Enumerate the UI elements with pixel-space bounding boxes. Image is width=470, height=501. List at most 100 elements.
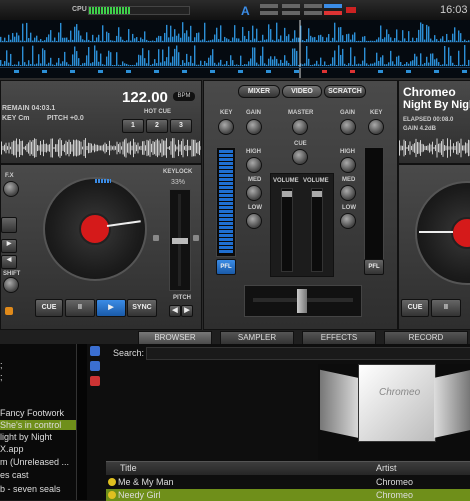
left-gain-knob[interactable] <box>246 119 262 135</box>
tree-item[interactable]: ; <box>0 360 80 370</box>
waveform-bar <box>30 33 31 42</box>
tree-item[interactable]: light by Night <box>0 432 80 442</box>
tree-item[interactable]: Fancy Footwork <box>0 408 80 418</box>
tab-browser[interactable]: BROWSER <box>138 331 212 345</box>
crossfader-thumb[interactable] <box>297 289 307 313</box>
tab-mixer[interactable]: MIXER <box>238 85 280 98</box>
tree-item[interactable]: m (Unreleased ... <box>0 457 80 467</box>
left-med-knob[interactable] <box>246 185 262 201</box>
cpu-label: CPU <box>72 6 87 13</box>
right-volume-thumb[interactable] <box>312 191 322 197</box>
tree-item[interactable]: X.app <box>0 444 80 454</box>
view-button-blue[interactable] <box>324 4 342 8</box>
right-volume-fader[interactable] <box>311 188 323 272</box>
waveform-bar <box>356 41 357 42</box>
pitch-slider-thumb[interactable] <box>172 238 188 244</box>
tree-item[interactable]: es cast <box>0 470 80 480</box>
layout-button-6[interactable] <box>304 11 322 15</box>
waveform-bar <box>70 65 71 66</box>
left-volume-thumb[interactable] <box>282 191 292 197</box>
folder-icon[interactable] <box>90 346 100 356</box>
waveform-bar <box>400 62 401 66</box>
left-cue-button[interactable]: CUE <box>35 299 63 317</box>
shift-knob[interactable] <box>3 277 19 293</box>
bpm-unit[interactable]: BPM <box>173 92 195 101</box>
tab-sampler[interactable]: SAMPLER <box>220 331 294 345</box>
right-pfl-button[interactable]: PFL <box>364 259 384 275</box>
left-pause-button[interactable]: II <box>65 299 95 317</box>
waveform-bar <box>434 35 435 42</box>
left-key-knob[interactable] <box>218 119 234 135</box>
right-med-knob[interactable] <box>340 185 356 201</box>
waveform-bar <box>36 36 37 42</box>
left-gain-label: GAIN <box>246 110 261 116</box>
left-play-small[interactable]: ▶ <box>1 239 17 253</box>
playlist-icon[interactable] <box>90 361 100 371</box>
layout-button-5[interactable] <box>282 11 300 15</box>
right-cue-button[interactable]: CUE <box>401 299 429 317</box>
left-play-button[interactable]: ▶ <box>96 299 126 317</box>
mini-wave-bar <box>75 140 76 156</box>
waveform-bar <box>250 40 251 42</box>
tree-item-selected[interactable]: She's in control <box>0 420 80 430</box>
waveform-bar <box>434 59 435 66</box>
mini-wave-bar <box>163 140 164 155</box>
left-high-knob[interactable] <box>246 157 262 173</box>
tree-scrollbar[interactable] <box>76 344 87 500</box>
loop-button[interactable] <box>1 217 17 233</box>
layout-button-1[interactable] <box>260 4 278 8</box>
column-title[interactable]: Title <box>120 463 137 473</box>
waveform-bar <box>242 27 243 42</box>
waveform-bar <box>78 58 79 66</box>
tree-item[interactable]: ; <box>0 372 80 382</box>
pitch-slider-track[interactable] <box>169 189 191 291</box>
pitch-up-button[interactable]: ▶ <box>181 305 193 317</box>
folder-tree[interactable]: ; ; Fancy Footwork She's in control ligh… <box>0 344 86 500</box>
master-knob[interactable] <box>292 119 308 135</box>
tab-video[interactable]: VIDEO <box>282 85 322 98</box>
mini-wave-bar <box>114 146 115 151</box>
cue-knob[interactable] <box>292 149 308 165</box>
right-pause-button[interactable]: II <box>431 299 461 317</box>
right-gain-knob[interactable] <box>340 119 356 135</box>
left-pfl-button[interactable]: PFL <box>216 259 236 275</box>
waveform-bar <box>256 29 257 42</box>
hotcue-1-button[interactable]: 1 <box>122 119 144 133</box>
layout-button-2[interactable] <box>282 4 300 8</box>
layout-button-3[interactable] <box>304 4 322 8</box>
left-sync-button[interactable]: SYNC <box>127 299 157 317</box>
right-high-knob[interactable] <box>340 157 356 173</box>
favorite-icon[interactable] <box>90 376 100 386</box>
table-row[interactable]: Me & My Man Chromeo <box>106 476 470 488</box>
right-turntable[interactable] <box>415 181 470 285</box>
table-row-selected[interactable]: Needy Girl Chromeo <box>106 489 470 501</box>
left-volume-fader[interactable] <box>281 188 293 272</box>
waveform-bar <box>160 36 161 42</box>
search-input[interactable] <box>146 347 470 360</box>
waveform-overview[interactable] <box>0 20 470 79</box>
album-cover-left[interactable] <box>320 370 360 439</box>
crossfader-track[interactable] <box>244 285 362 317</box>
right-key-knob[interactable] <box>368 119 384 135</box>
column-artist[interactable]: Artist <box>376 463 397 473</box>
hotcue-3-button[interactable]: 3 <box>170 119 192 133</box>
right-deck-waveform[interactable] <box>399 137 470 159</box>
album-cover-right[interactable] <box>434 370 470 438</box>
right-low-knob[interactable] <box>340 213 356 229</box>
album-cover-center[interactable]: Chromeo <box>358 364 436 442</box>
left-low-knob[interactable] <box>246 213 262 229</box>
layout-button-4[interactable] <box>260 11 278 15</box>
tab-scratch[interactable]: SCRATCH <box>324 85 366 98</box>
cover-flow[interactable]: Chromeo <box>318 364 470 460</box>
pitch-down-button[interactable]: ◀ <box>169 305 181 317</box>
waveform-bar <box>422 24 423 42</box>
fx-knob[interactable] <box>3 181 19 197</box>
view-button-red[interactable] <box>324 11 342 15</box>
left-deck-waveform[interactable] <box>1 137 201 159</box>
tab-record[interactable]: RECORD <box>384 331 468 345</box>
hotcue-2-button[interactable]: 2 <box>146 119 168 133</box>
left-prev-small[interactable]: ◀ <box>1 255 17 269</box>
tab-effects[interactable]: EFFECTS <box>302 331 376 345</box>
tree-item[interactable]: b - seven seals <box>0 484 80 494</box>
left-turntable[interactable] <box>43 177 147 281</box>
